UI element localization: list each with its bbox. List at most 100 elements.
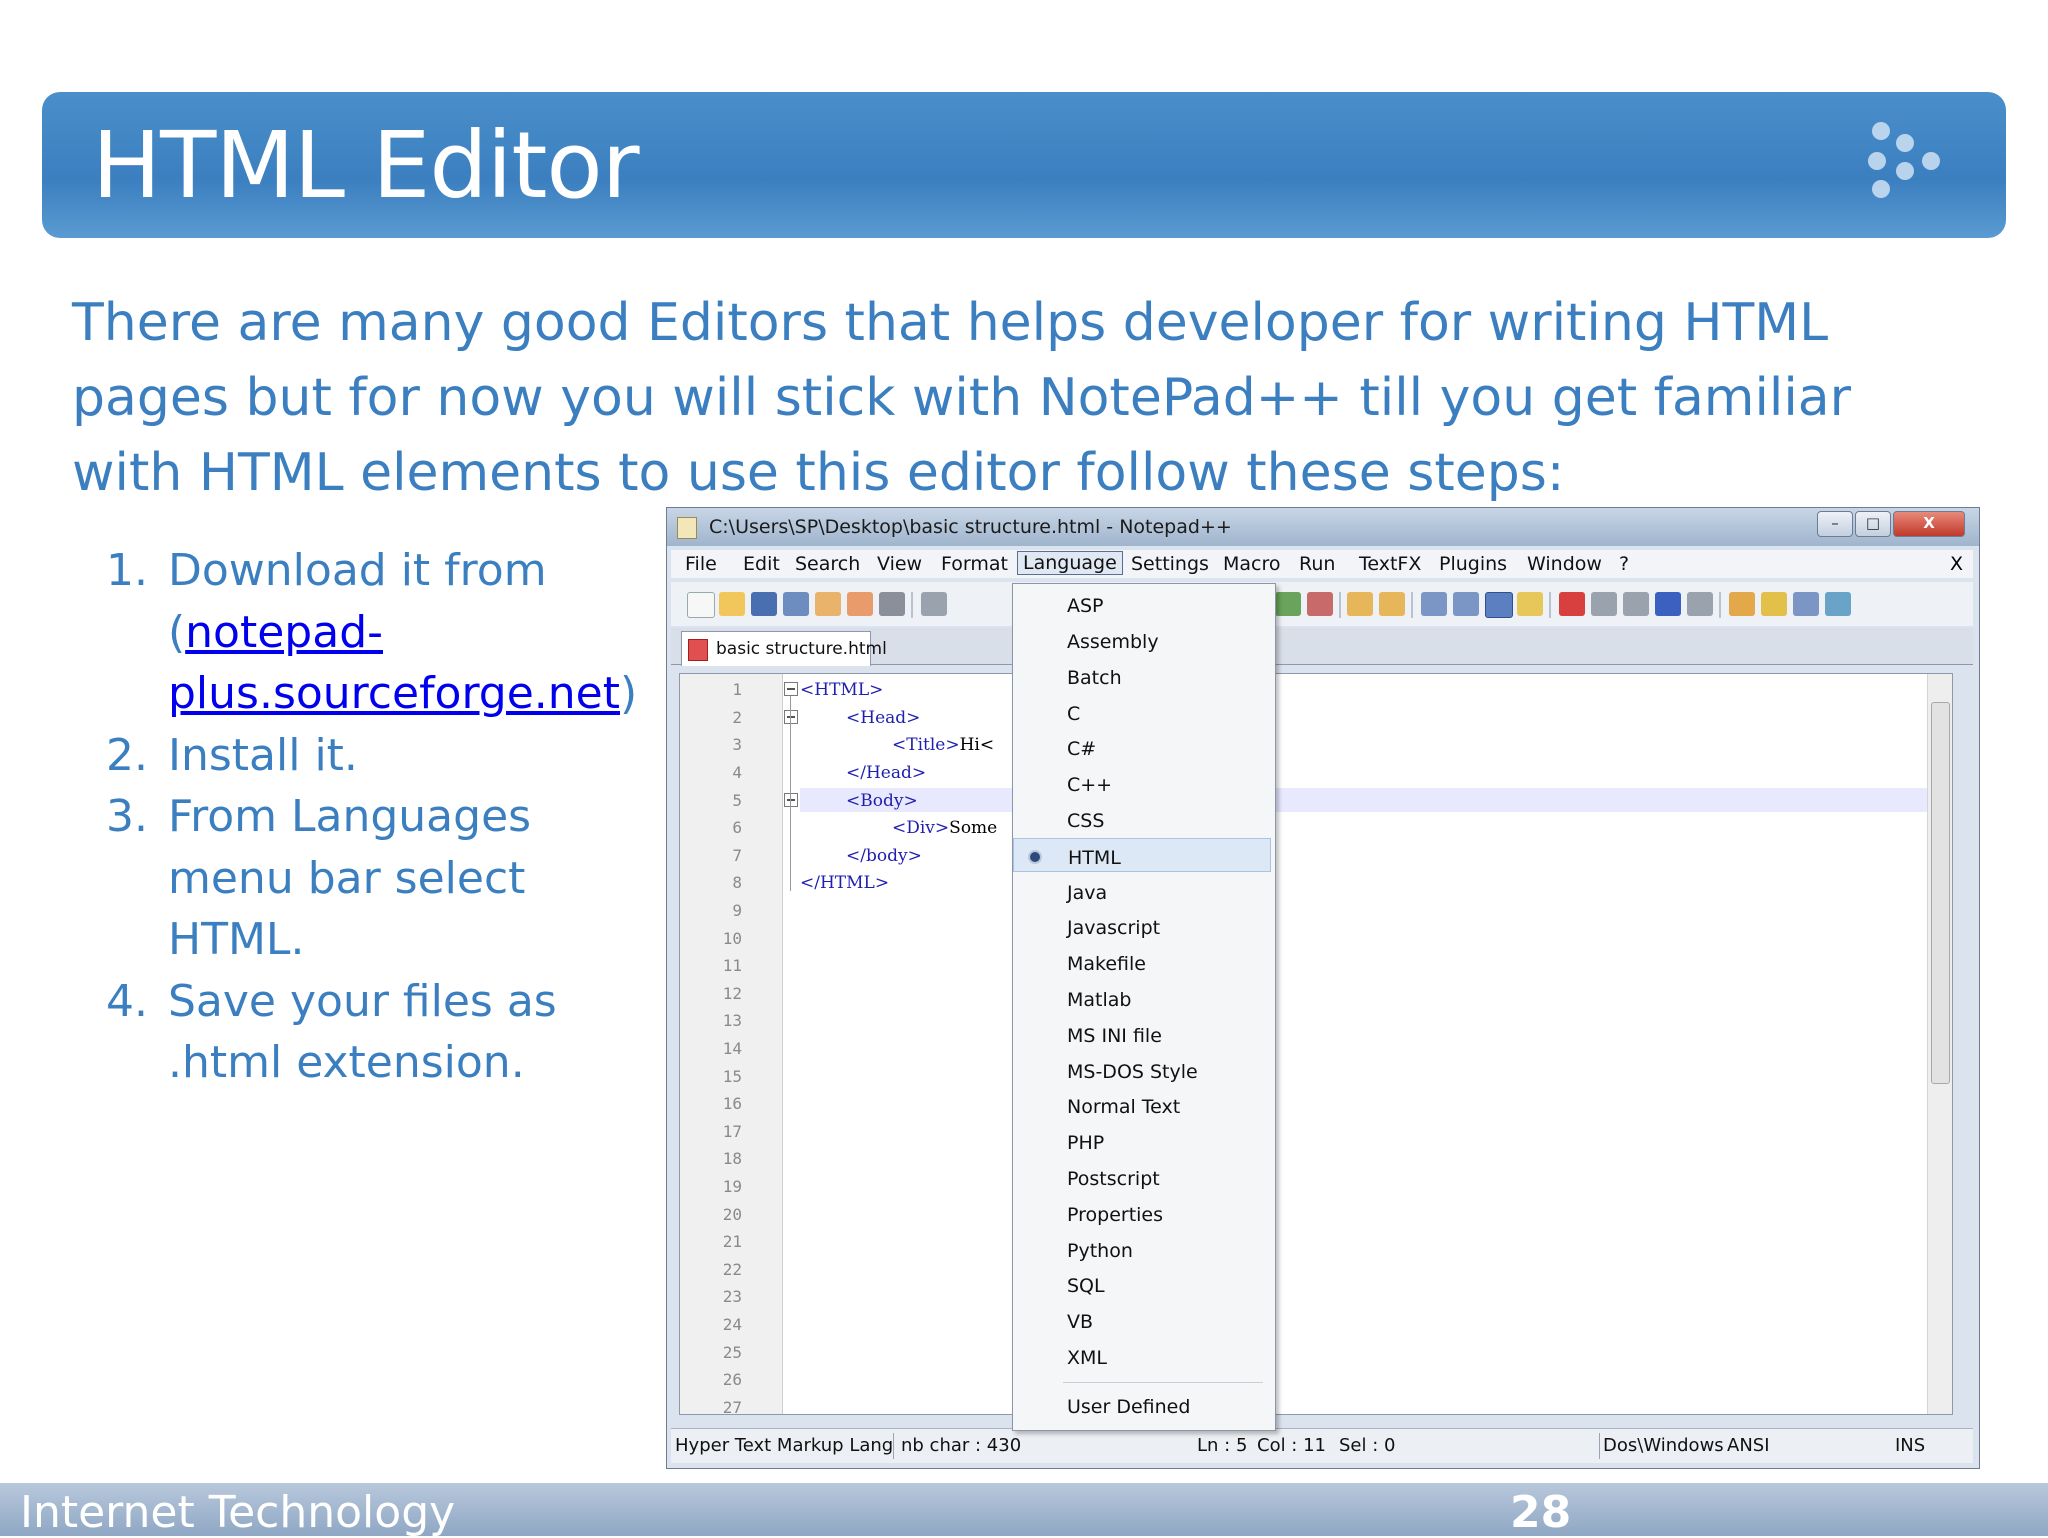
show-symbols-icon[interactable] <box>1453 592 1479 616</box>
minimize-button[interactable]: – <box>1817 511 1853 537</box>
menu-bar: File Edit Search View Format Language Se… <box>671 550 1973 578</box>
language-item-postscript[interactable]: Postscript <box>1013 1160 1271 1194</box>
language-item-csharp[interactable]: C# <box>1013 730 1271 764</box>
language-item-java[interactable]: Java <box>1013 874 1271 908</box>
slide-page-number: 28 <box>1510 1487 1572 1538</box>
menu-item-label: Matlab <box>1067 989 1132 1011</box>
plugin-icon[interactable] <box>1761 592 1787 616</box>
close-icon[interactable] <box>815 592 841 616</box>
menu-item-label: MS-DOS Style <box>1067 1061 1198 1083</box>
decorative-dots-icon <box>1868 122 1948 202</box>
menu-separator <box>1063 1382 1263 1383</box>
language-item-properties[interactable]: Properties <box>1013 1196 1271 1230</box>
language-item-ms-ini[interactable]: MS INI file <box>1013 1017 1271 1051</box>
open-file-icon[interactable] <box>719 592 745 616</box>
menu-item-label: PHP <box>1067 1132 1105 1154</box>
menu-item-label: Postscript <box>1067 1168 1160 1190</box>
menu-plugins[interactable]: Plugins <box>1439 553 1507 575</box>
menu-help[interactable]: ? <box>1619 553 1629 575</box>
close-button[interactable]: X <box>1893 511 1965 537</box>
menu-item-label: C <box>1067 703 1081 725</box>
slide-title-bar: HTML Editor <box>42 92 2006 238</box>
cut-icon[interactable] <box>921 592 947 616</box>
menu-run[interactable]: Run <box>1299 553 1335 575</box>
menu-macro[interactable]: Macro <box>1223 553 1281 575</box>
language-item-xml[interactable]: XML <box>1013 1339 1271 1373</box>
language-item-css[interactable]: CSS <box>1013 802 1271 836</box>
vertical-scrollbar[interactable] <box>1927 674 1952 1414</box>
run-macro-multiple-icon[interactable] <box>1655 592 1681 616</box>
save-all-icon[interactable] <box>783 592 809 616</box>
menu-file[interactable]: File <box>685 553 717 575</box>
record-macro-icon[interactable] <box>1559 592 1585 616</box>
menu-edit[interactable]: Edit <box>743 553 780 575</box>
fold-marker-icon[interactable] <box>784 793 798 807</box>
replace-icon[interactable] <box>1307 592 1333 616</box>
close-all-icon[interactable] <box>847 592 873 616</box>
save-macro-icon[interactable] <box>1687 592 1713 616</box>
maximize-button[interactable]: □ <box>1855 511 1891 537</box>
language-item-asp[interactable]: ASP <box>1013 587 1271 621</box>
tab-basic-structure[interactable]: basic structure.html <box>681 631 887 666</box>
menu-textfx[interactable]: TextFX <box>1359 553 1421 575</box>
menu-window[interactable]: Window <box>1527 553 1602 575</box>
status-separator <box>893 1433 894 1459</box>
language-item-cpp[interactable]: C++ <box>1013 766 1271 800</box>
line-number: 10 <box>722 929 742 948</box>
plugin-icon[interactable] <box>1729 592 1755 616</box>
code-line-2: <Head> <box>846 708 921 728</box>
language-item-user-defined[interactable]: User Defined <box>1013 1388 1271 1422</box>
language-item-html[interactable]: HTML <box>1013 838 1271 872</box>
language-item-normal-text[interactable]: Normal Text <box>1013 1088 1271 1122</box>
language-item-makefile[interactable]: Makefile <box>1013 945 1271 979</box>
play-macro-icon[interactable] <box>1623 592 1649 616</box>
line-number: 17 <box>722 1122 742 1141</box>
print-icon[interactable] <box>879 592 905 616</box>
menu-item-label: Batch <box>1067 667 1122 689</box>
window-title-bar[interactable]: C:\Users\SP\Desktop\basic structure.html… <box>667 508 1979 546</box>
menu-format[interactable]: Format <box>941 553 1008 575</box>
stop-macro-icon[interactable] <box>1591 592 1617 616</box>
menu-language[interactable]: Language <box>1017 551 1123 575</box>
menu-view[interactable]: View <box>877 553 922 575</box>
wrap-icon[interactable] <box>1421 592 1447 616</box>
fold-marker-icon[interactable] <box>784 710 798 724</box>
language-item-sql[interactable]: SQL <box>1013 1267 1271 1301</box>
language-item-assembly[interactable]: Assembly <box>1013 623 1271 657</box>
notepad-window: C:\Users\SP\Desktop\basic structure.html… <box>666 507 1980 1469</box>
language-item-vb[interactable]: VB <box>1013 1303 1271 1337</box>
radio-selected-icon <box>1030 852 1040 862</box>
new-file-icon[interactable] <box>687 592 715 618</box>
zoom-in-icon[interactable] <box>1347 592 1373 616</box>
save-icon[interactable] <box>751 592 777 616</box>
line-number: 9 <box>732 901 742 920</box>
step-1: 1. Download it from (notepad-plus.source… <box>106 540 666 725</box>
menu-settings[interactable]: Settings <box>1131 553 1209 575</box>
notepad-link[interactable]: notepad-plus.sourceforge.net <box>168 607 620 720</box>
close-document-icon[interactable]: X <box>1950 553 1963 575</box>
code-line-4: </Head> <box>846 763 927 783</box>
line-number: 5 <box>732 791 742 810</box>
line-number: 12 <box>722 984 742 1003</box>
language-item-batch[interactable]: Batch <box>1013 659 1271 693</box>
language-item-ms-dos[interactable]: MS-DOS Style <box>1013 1053 1271 1087</box>
scrollbar-thumb[interactable] <box>1931 702 1950 1084</box>
spellcheck-icon[interactable] <box>1825 592 1851 616</box>
language-item-javascript[interactable]: Javascript <box>1013 909 1271 943</box>
current-line-highlight <box>800 788 1930 812</box>
language-item-php[interactable]: PHP <box>1013 1124 1271 1158</box>
zoom-out-icon[interactable] <box>1379 592 1405 616</box>
menu-search[interactable]: Search <box>795 553 860 575</box>
language-dropdown-menu: ASP Assembly Batch C C# C++ CSS HTML Jav… <box>1012 583 1276 1431</box>
code-line-7: </body> <box>846 846 922 866</box>
code-editor[interactable]: 1 2 3 4 5 6 7 8 9 10 11 12 13 14 15 16 1… <box>679 673 1953 1415</box>
language-item-matlab[interactable]: Matlab <box>1013 981 1271 1015</box>
language-item-c[interactable]: C <box>1013 695 1271 729</box>
user-lang-icon[interactable] <box>1517 592 1543 616</box>
code-text: Some <box>949 818 998 838</box>
fold-marker-icon[interactable] <box>784 682 798 696</box>
find-icon[interactable] <box>1275 592 1301 616</box>
language-item-python[interactable]: Python <box>1013 1232 1271 1266</box>
indent-guide-icon[interactable] <box>1485 592 1513 618</box>
console-icon[interactable] <box>1793 592 1819 616</box>
